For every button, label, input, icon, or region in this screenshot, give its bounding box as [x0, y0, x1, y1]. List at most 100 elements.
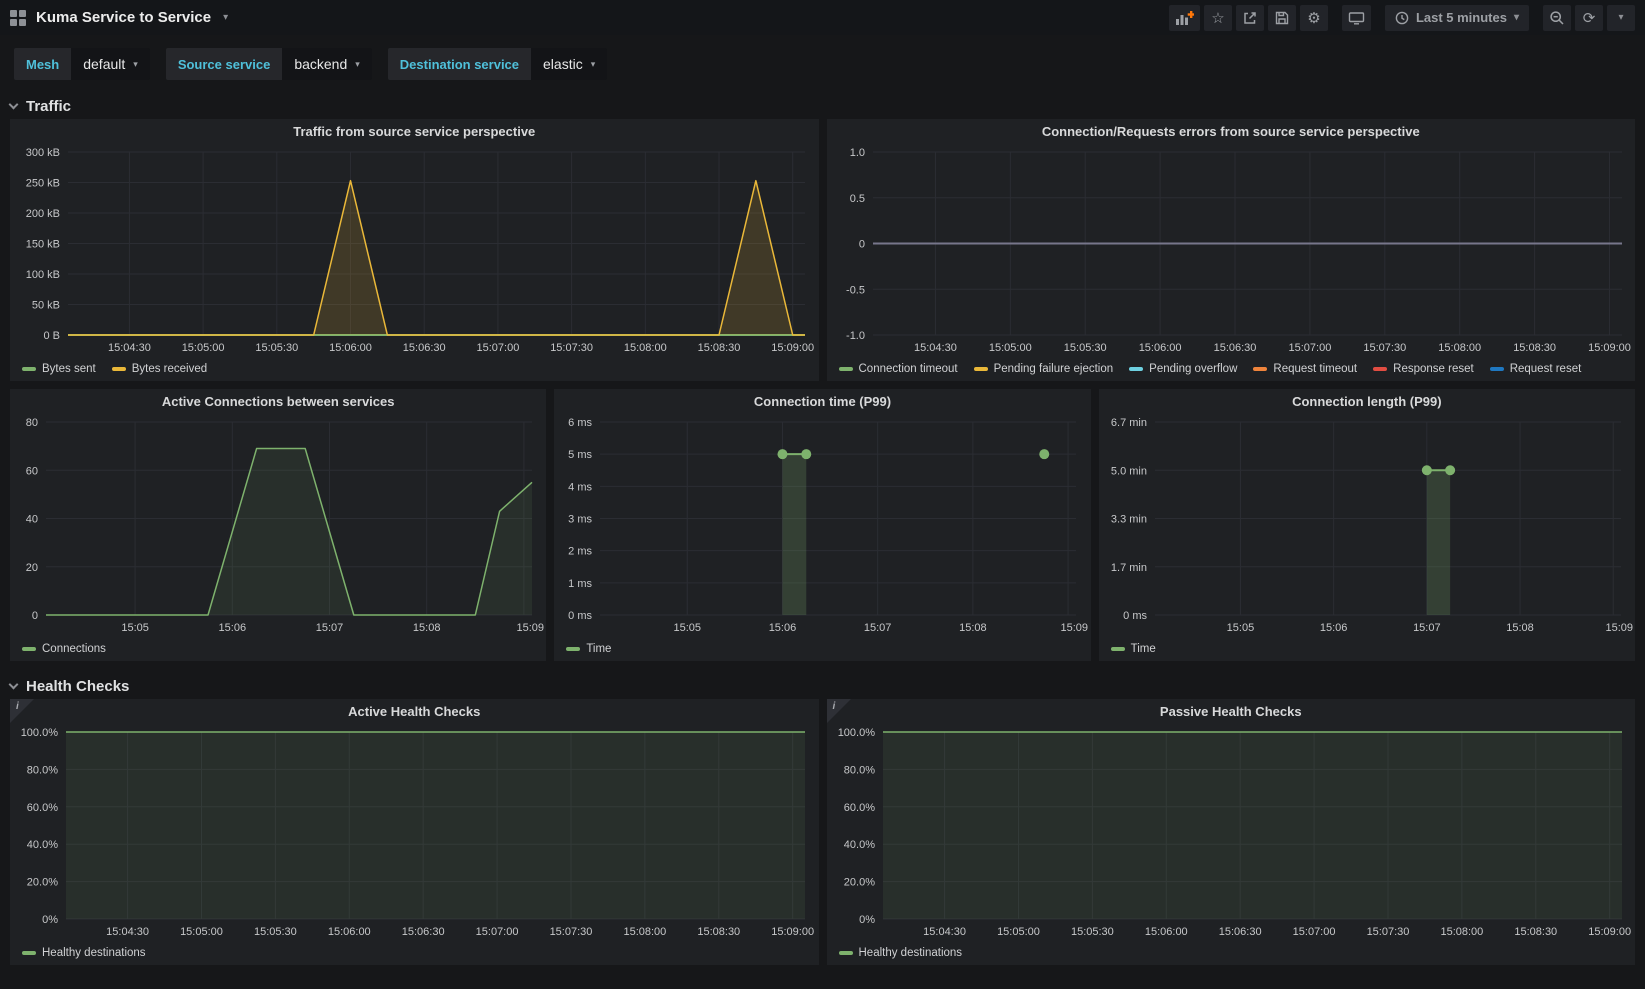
variable-destination-service-value[interactable]: elastic ▾ — [531, 48, 607, 80]
svg-text:60.0%: 60.0% — [843, 802, 874, 814]
panel-active-health-checks: i Active Health Checks 0%20.0%40.0%60.0%… — [10, 699, 819, 965]
legend-item[interactable]: Pending overflow — [1129, 363, 1237, 375]
svg-text:5.0 min: 5.0 min — [1111, 465, 1147, 477]
panel-title[interactable]: Connection length (P99) — [1099, 389, 1635, 414]
panel-title[interactable]: Passive Health Checks — [827, 699, 1636, 724]
panel-title[interactable]: Traffic from source service perspective — [10, 119, 819, 144]
legend-swatch — [22, 367, 36, 371]
variable-mesh-label: Mesh — [14, 48, 71, 80]
svg-text:15:05:00: 15:05:00 — [180, 926, 223, 938]
time-range-caret-icon: ▾ — [1514, 12, 1519, 23]
active-health-checks-chart[interactable]: 0%20.0%40.0%60.0%80.0%100.0%15:04:3015:0… — [10, 724, 819, 941]
panel-info-corner[interactable] — [10, 699, 34, 723]
svg-text:15:05:30: 15:05:30 — [254, 926, 297, 938]
row-title: Health Checks — [26, 678, 129, 695]
svg-text:60.0%: 60.0% — [27, 802, 58, 814]
connection-errors-chart[interactable]: -1.0-0.500.51.015:04:3015:05:0015:05:301… — [827, 144, 1636, 357]
variable-mesh: Mesh default ▾ — [14, 48, 150, 80]
svg-text:3 ms: 3 ms — [568, 514, 592, 526]
share-dashboard-button[interactable] — [1236, 5, 1264, 31]
chevron-down-icon: ▾ — [133, 59, 138, 70]
grafana-apps-icon[interactable] — [10, 10, 26, 26]
connection-length-chart[interactable]: 0 ms1.7 min3.3 min5.0 min6.7 min15:0515:… — [1099, 414, 1635, 637]
legend-item[interactable]: Request timeout — [1253, 363, 1357, 375]
svg-text:15:06:00: 15:06:00 — [1144, 926, 1187, 938]
legend-item[interactable]: Request reset — [1490, 363, 1582, 375]
dashboard-title[interactable]: Kuma Service to Service — [36, 9, 211, 26]
svg-text:15:08:30: 15:08:30 — [1513, 342, 1556, 354]
traffic-source-chart[interactable]: 0 B50 kB100 kB150 kB200 kB250 kB300 kB15… — [10, 144, 819, 357]
svg-text:60: 60 — [26, 465, 38, 477]
panel-active-connections: Active Connections between services 0204… — [10, 389, 546, 661]
panel-info-corner[interactable] — [827, 699, 851, 723]
variable-destination-service-selected: elastic — [543, 56, 583, 72]
add-panel-button[interactable] — [1169, 5, 1200, 31]
panel-title[interactable]: Connection/Requests errors from source s… — [827, 119, 1636, 144]
row-header-traffic[interactable]: Traffic — [0, 93, 1645, 119]
svg-text:1.0: 1.0 — [849, 147, 864, 159]
chevron-down-icon — [9, 679, 19, 689]
svg-text:-0.5: -0.5 — [846, 284, 865, 296]
dashboard-title-caret-icon[interactable]: ▾ — [223, 12, 228, 23]
svg-text:2 ms: 2 ms — [568, 546, 592, 558]
svg-text:15:06:00: 15:06:00 — [1138, 342, 1181, 354]
legend-item[interactable]: Response reset — [1373, 363, 1474, 375]
panel-connection-length: Connection length (P99) 0 ms1.7 min3.3 m… — [1099, 389, 1635, 661]
svg-text:20: 20 — [26, 562, 38, 574]
legend-swatch — [1490, 367, 1504, 371]
legend-swatch — [112, 367, 126, 371]
svg-text:15:09: 15:09 — [516, 622, 544, 634]
svg-text:4 ms: 4 ms — [568, 481, 592, 493]
svg-text:15:05: 15:05 — [1226, 622, 1254, 634]
passive-health-checks-chart[interactable]: 0%20.0%40.0%60.0%80.0%100.0%15:04:3015:0… — [827, 724, 1636, 941]
variable-source-service-value[interactable]: backend ▾ — [282, 48, 371, 80]
legend-item[interactable]: Bytes received — [112, 363, 207, 375]
legend-item[interactable]: Healthy destinations — [22, 947, 146, 959]
legend-item[interactable]: Bytes sent — [22, 363, 96, 375]
legend: Healthy destinations — [827, 941, 1636, 965]
legend-swatch — [566, 647, 580, 651]
legend-swatch — [1253, 367, 1267, 371]
svg-text:15:08:30: 15:08:30 — [698, 342, 741, 354]
legend-item[interactable]: Connections — [22, 643, 106, 655]
row-header-health-checks[interactable]: Health Checks — [0, 673, 1645, 699]
svg-text:150 kB: 150 kB — [26, 239, 60, 251]
svg-text:0%: 0% — [859, 914, 875, 926]
svg-text:80: 80 — [26, 417, 38, 429]
connection-time-chart[interactable]: 0 ms1 ms2 ms3 ms4 ms5 ms6 ms15:0515:0615… — [554, 414, 1090, 637]
refresh-button[interactable]: ⟳ — [1575, 5, 1603, 31]
svg-text:15:07:30: 15:07:30 — [550, 342, 593, 354]
svg-text:40: 40 — [26, 514, 38, 526]
legend-item[interactable]: Healthy destinations — [839, 947, 963, 959]
svg-text:15:09:00: 15:09:00 — [1588, 342, 1631, 354]
time-range-picker[interactable]: Last 5 minutes ▾ — [1385, 5, 1529, 31]
svg-text:15:09:00: 15:09:00 — [771, 342, 814, 354]
svg-text:200 kB: 200 kB — [26, 208, 60, 220]
legend-item[interactable]: Connection timeout — [839, 363, 958, 375]
variable-mesh-value[interactable]: default ▾ — [71, 48, 150, 80]
variable-source-service-selected: backend — [294, 56, 347, 72]
panel-title[interactable]: Connection time (P99) — [554, 389, 1090, 414]
refresh-interval-dropdown[interactable]: ▾ — [1607, 5, 1635, 31]
panel-title[interactable]: Active Health Checks — [10, 699, 819, 724]
svg-text:15:04:30: 15:04:30 — [106, 926, 149, 938]
active-connections-chart[interactable]: 02040608015:0515:0615:0715:0815:09 — [10, 414, 546, 637]
svg-text:15:06: 15:06 — [769, 622, 797, 634]
svg-text:50 kB: 50 kB — [32, 300, 60, 312]
navbar: Kuma Service to Service ▾ ☆ — [0, 0, 1645, 35]
svg-text:15:06:00: 15:06:00 — [328, 926, 371, 938]
star-dashboard-button[interactable]: ☆ — [1204, 5, 1232, 31]
time-range-label: Last 5 minutes — [1416, 10, 1507, 25]
legend-item[interactable]: Time — [566, 643, 611, 655]
panel-title[interactable]: Active Connections between services — [10, 389, 546, 414]
save-dashboard-button[interactable] — [1268, 5, 1296, 31]
legend-item[interactable]: Pending failure ejection — [974, 363, 1114, 375]
dashboard-settings-button[interactable]: ⚙ — [1300, 5, 1328, 31]
svg-text:15:07: 15:07 — [316, 622, 344, 634]
zoom-out-icon — [1549, 10, 1565, 26]
legend-item[interactable]: Time — [1111, 643, 1156, 655]
template-variables-bar: Mesh default ▾ Source service backend ▾ … — [0, 35, 1645, 91]
cycle-view-mode-button[interactable] — [1342, 5, 1371, 31]
svg-text:15:05:00: 15:05:00 — [988, 342, 1031, 354]
zoom-out-time-button[interactable] — [1543, 5, 1571, 31]
